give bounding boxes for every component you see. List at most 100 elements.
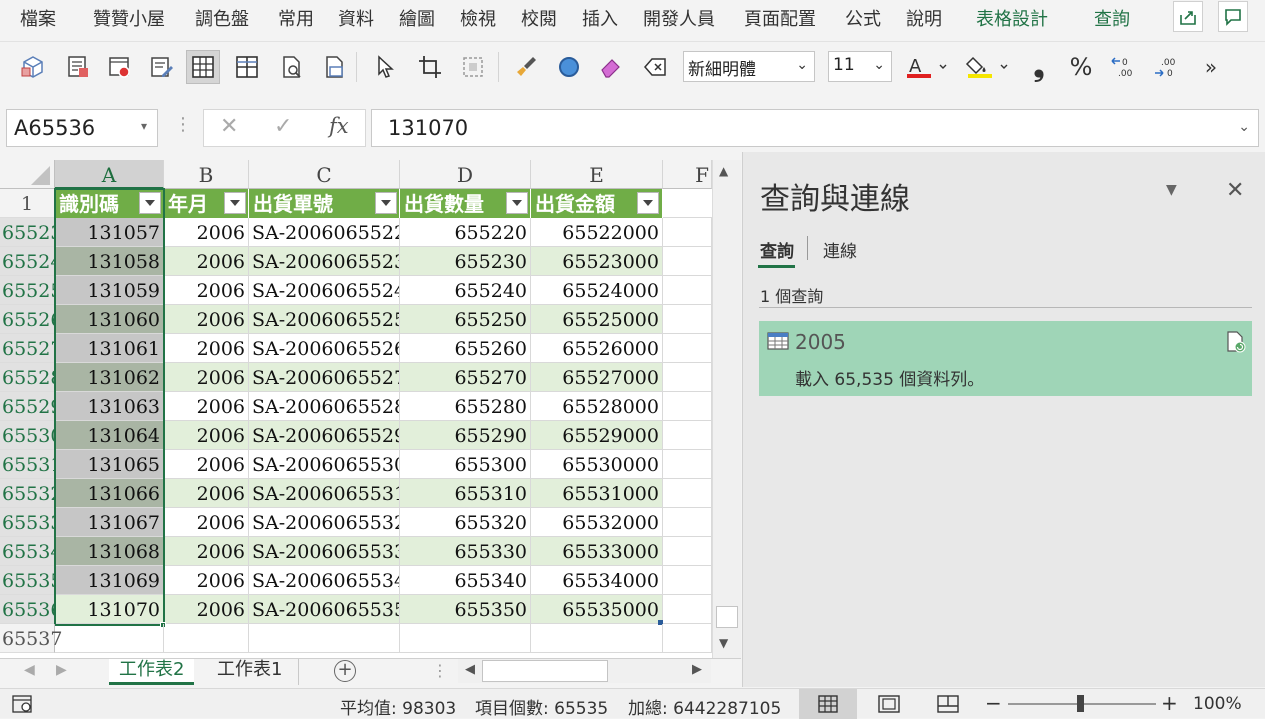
tab-data[interactable]: 資料 <box>338 5 374 31</box>
empty-cell[interactable] <box>663 450 712 479</box>
empty-cell[interactable] <box>663 247 712 276</box>
cell-order-no[interactable]: SA-2006065522 <box>249 218 400 247</box>
table-header-order-no[interactable]: 出貨單號 <box>249 189 400 218</box>
cell-amount[interactable]: 65532000 <box>531 508 663 537</box>
tab-connections[interactable]: 連線 <box>823 237 857 262</box>
decrease-decimal-button[interactable]: .00 0 <box>1150 50 1184 84</box>
zoom-out-icon[interactable]: − <box>985 691 1002 715</box>
filter-dropdown-button[interactable] <box>506 192 528 214</box>
expand-formula-icon[interactable]: ⌄ <box>1238 119 1250 135</box>
spreadsheet-grid[interactable]: A B C D E F 1 識別碼 年月 出貨單號 出貨數量 出貨金額 6552… <box>0 160 741 658</box>
row-header[interactable]: 65533 <box>0 508 62 537</box>
cell-order-no[interactable]: SA-2006065528 <box>249 392 400 421</box>
filter-dropdown-button[interactable] <box>139 192 161 214</box>
scroll-thumb[interactable] <box>482 660 608 682</box>
cell-amount[interactable]: 65523000 <box>531 247 663 276</box>
cell-id[interactable]: 131057 <box>55 218 164 247</box>
all-borders-button[interactable] <box>186 50 220 84</box>
crop-button[interactable] <box>413 50 447 84</box>
pane-options-chevron-icon[interactable]: ▼ <box>1166 182 1177 198</box>
eraser-button[interactable] <box>594 50 628 84</box>
horizontal-scrollbar[interactable]: ◀ ▶ <box>458 659 711 683</box>
empty-cell[interactable] <box>164 624 249 653</box>
empty-cell[interactable] <box>663 537 712 566</box>
row-header[interactable]: 65524 <box>0 247 62 276</box>
tab-page-layout[interactable]: 頁面配置 <box>744 5 816 31</box>
row-header[interactable]: 65523 <box>0 218 62 247</box>
sheet-tab-1[interactable]: 工作表1 <box>207 659 292 685</box>
zoom-level[interactable]: 100% <box>1193 694 1242 714</box>
row-header[interactable]: 65528 <box>0 363 62 392</box>
cell-qty[interactable]: 655340 <box>400 566 531 595</box>
cell-qty[interactable]: 655240 <box>400 276 531 305</box>
cell-id[interactable]: 131062 <box>55 363 164 392</box>
close-icon[interactable]: ✕ <box>1226 178 1244 203</box>
filter-dropdown-button[interactable] <box>224 192 246 214</box>
row-header[interactable]: 65532 <box>0 479 62 508</box>
row-header[interactable]: 65537 <box>0 624 62 653</box>
table-borders-button[interactable] <box>230 50 264 84</box>
empty-cell[interactable] <box>663 624 712 653</box>
cell-id[interactable]: 131066 <box>55 479 164 508</box>
font-color-button[interactable]: A <box>903 50 949 84</box>
cell-month[interactable]: 2006 <box>164 334 249 363</box>
cell-qty[interactable]: 655220 <box>400 218 531 247</box>
tab-zanzan[interactable]: 贊贊小屋 <box>93 5 165 31</box>
percent-style-button[interactable]: % <box>1064 50 1098 84</box>
tab-developer[interactable]: 開發人員 <box>643 5 715 31</box>
cell-qty[interactable]: 655250 <box>400 305 531 334</box>
font-size-select[interactable]: 11 ⌄ <box>828 51 892 82</box>
empty-cell[interactable] <box>663 276 712 305</box>
zoom-in-icon[interactable]: + <box>1161 691 1178 715</box>
row-header[interactable]: 1 <box>0 189 55 218</box>
cell-amount[interactable]: 65529000 <box>531 421 663 450</box>
column-header-e[interactable]: E <box>531 160 663 189</box>
tab-query[interactable]: 查詢 <box>1094 5 1130 31</box>
cell-amount[interactable]: 65528000 <box>531 392 663 421</box>
tab-help[interactable]: 說明 <box>906 5 942 31</box>
cell-order-no[interactable]: SA-2006065526 <box>249 334 400 363</box>
form-edit-button[interactable] <box>145 50 179 84</box>
cell-month[interactable]: 2006 <box>164 363 249 392</box>
print-preview-button[interactable] <box>274 50 308 84</box>
formula-input[interactable]: 131070 ⌄ <box>371 109 1259 147</box>
tab-insert[interactable]: 插入 <box>582 5 618 31</box>
column-header-d[interactable]: D <box>400 160 531 189</box>
tab-review[interactable]: 校閱 <box>521 5 557 31</box>
cell-order-no[interactable]: SA-2006065524 <box>249 276 400 305</box>
filter-dropdown-button[interactable] <box>637 192 659 214</box>
report-tool-button[interactable] <box>61 50 95 84</box>
row-header[interactable]: 65534 <box>0 537 62 566</box>
page-setup-button[interactable] <box>317 50 351 84</box>
zoom-slider-thumb[interactable] <box>1077 695 1084 712</box>
row-header[interactable]: 65529 <box>0 392 62 421</box>
cell-qty[interactable]: 655310 <box>400 479 531 508</box>
cell-qty[interactable]: 655320 <box>400 508 531 537</box>
cube-tool-button[interactable] <box>16 50 50 84</box>
scroll-down-arrow-icon[interactable]: ▼ <box>719 636 728 650</box>
cell-amount[interactable]: 65525000 <box>531 305 663 334</box>
comments-button[interactable] <box>1218 1 1248 32</box>
cell-amount[interactable]: 65533000 <box>531 537 663 566</box>
empty-cell[interactable] <box>663 508 712 537</box>
table-header-qty[interactable]: 出貨數量 <box>400 189 531 218</box>
page-break-view-icon[interactable] <box>937 695 959 713</box>
cell-id[interactable]: 131065 <box>55 450 164 479</box>
cell-id[interactable]: 131060 <box>55 305 164 334</box>
cancel-icon[interactable]: ✕ <box>220 114 238 139</box>
row-header[interactable]: 65530 <box>0 421 62 450</box>
cell-month[interactable]: 2006 <box>164 392 249 421</box>
cell-amount[interactable]: 65526000 <box>531 334 663 363</box>
tab-formulas[interactable]: 公式 <box>845 5 881 31</box>
drag-handle-icon[interactable]: ⋮ <box>174 114 192 135</box>
vertical-scrollbar[interactable]: ▲ ▼ <box>712 160 741 658</box>
cell-order-no[interactable]: SA-2006065527 <box>249 363 400 392</box>
scroll-left-arrow-icon[interactable]: ◀ <box>465 662 475 677</box>
cell-id[interactable]: 131068 <box>55 537 164 566</box>
table-header-month[interactable]: 年月 <box>164 189 249 218</box>
tab-home[interactable]: 常用 <box>278 5 314 31</box>
cell-order-no[interactable]: SA-2006065533 <box>249 537 400 566</box>
cell-order-no[interactable]: SA-2006065525 <box>249 305 400 334</box>
empty-cell[interactable] <box>663 479 712 508</box>
cell-order-no[interactable]: SA-2006065529 <box>249 421 400 450</box>
